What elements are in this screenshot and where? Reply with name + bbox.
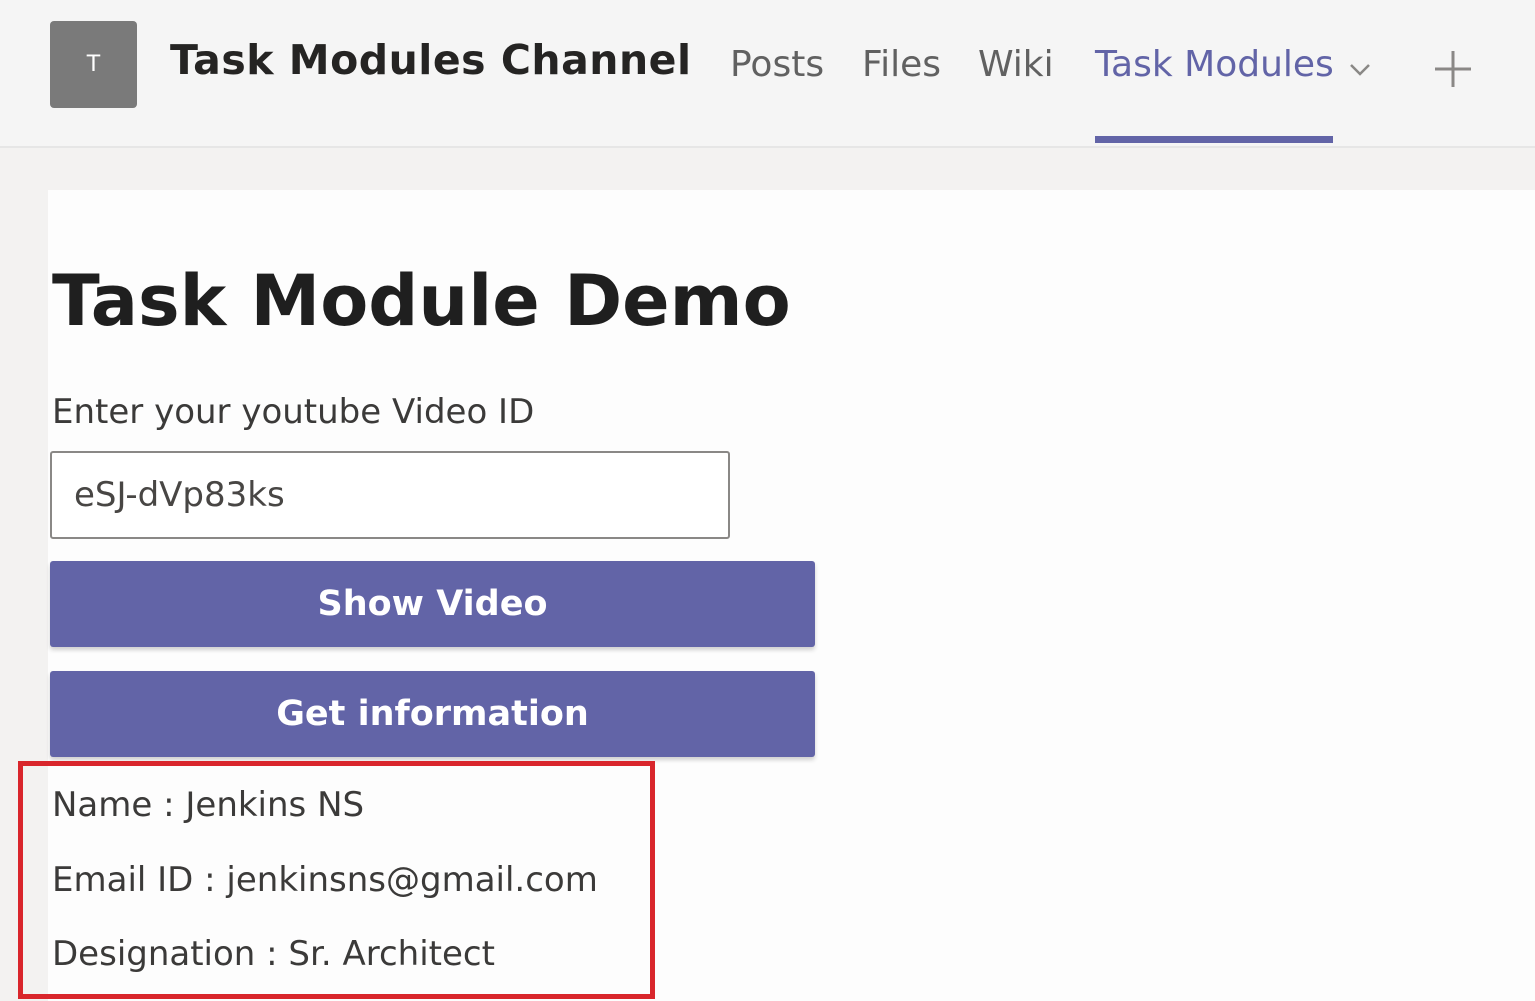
team-avatar[interactable]: T	[50, 21, 137, 108]
tab-wiki[interactable]: Wiki	[978, 44, 1054, 85]
channel-title: Task Modules Channel	[170, 36, 692, 84]
page-title: Task Module Demo	[52, 260, 791, 342]
show-video-button[interactable]: Show Video	[50, 561, 815, 647]
channel-header: T Task Modules Channel Posts Files Wiki …	[0, 0, 1535, 148]
active-tab-indicator	[1095, 136, 1333, 143]
tab-files[interactable]: Files	[862, 44, 941, 85]
tab-task-modules[interactable]: Task Modules	[1095, 44, 1334, 85]
info-name: Name : Jenkins NS	[52, 785, 365, 825]
video-id-label: Enter your youtube Video ID	[52, 392, 535, 432]
chevron-down-icon[interactable]	[1345, 54, 1375, 84]
info-designation: Designation : Sr. Architect	[52, 934, 495, 974]
video-id-input[interactable]	[50, 451, 730, 539]
plus-icon[interactable]	[1430, 46, 1476, 92]
get-information-button[interactable]: Get information	[50, 671, 815, 757]
tab-posts[interactable]: Posts	[730, 44, 824, 85]
info-email: Email ID : jenkinsns@gmail.com	[52, 860, 598, 900]
